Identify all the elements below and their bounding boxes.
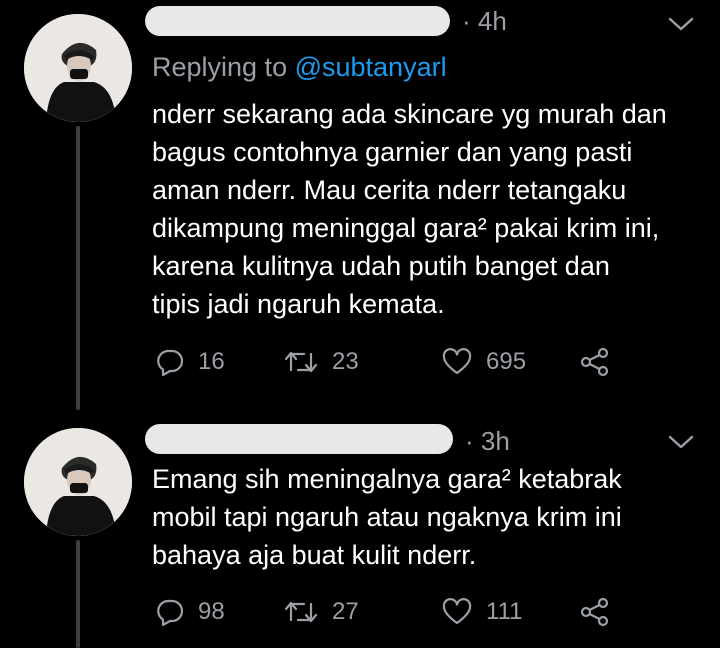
redacted-author-name — [145, 424, 453, 454]
reply-icon — [157, 349, 184, 376]
tweet-actions: 98 27 111 — [152, 592, 632, 632]
share-icon — [580, 347, 609, 377]
retweet-icon — [284, 601, 318, 623]
reply-icon — [157, 599, 184, 626]
tweet[interactable]: · 4h Replying to @subtanyarl nderr sekar… — [0, 0, 720, 410]
tweet-text: nderr sekarang ada skincare yg murah dan… — [152, 99, 667, 319]
reply-count: 98 — [198, 598, 225, 625]
retweet-count: 27 — [332, 598, 359, 625]
replying-prefix: Replying to — [152, 52, 295, 82]
tweet-actions: 16 23 695 — [152, 342, 632, 382]
thread-line — [76, 540, 80, 648]
like-icon — [442, 348, 472, 375]
share-icon — [580, 597, 609, 627]
like-icon — [442, 598, 472, 625]
retweet-button[interactable]: 27 — [284, 592, 359, 632]
retweet-icon — [284, 351, 318, 373]
chevron-down-icon[interactable] — [668, 16, 694, 32]
tweet-timestamp: · 4h — [462, 6, 507, 36]
like-count: 111 — [486, 598, 523, 625]
tweet-timestamp: · 3h — [465, 426, 510, 456]
like-button[interactable]: 111 — [442, 592, 522, 632]
avatar[interactable] — [24, 428, 132, 536]
avatar[interactable] — [24, 14, 132, 122]
chevron-down-icon[interactable] — [668, 434, 694, 450]
retweet-button[interactable]: 23 — [284, 342, 359, 382]
reply-count: 16 — [198, 348, 225, 375]
like-button[interactable]: 695 — [442, 342, 526, 382]
reply-button[interactable]: 98 — [156, 592, 225, 632]
share-button[interactable] — [580, 342, 610, 382]
tweet[interactable]: · 3h Emang sih meningalnya gara² ketabra… — [0, 410, 720, 648]
reply-button[interactable]: 16 — [156, 342, 225, 382]
redacted-author-name — [145, 6, 450, 36]
thread-line — [76, 126, 80, 410]
replying-to: Replying to @subtanyarl — [152, 52, 447, 83]
like-count: 695 — [486, 348, 527, 375]
share-button[interactable] — [580, 592, 610, 632]
tweet-text: Emang sih meningalnya gara² ketabrak mob… — [152, 464, 622, 570]
mention-link[interactable]: @subtanyarl — [295, 52, 447, 82]
retweet-count: 23 — [332, 348, 359, 375]
